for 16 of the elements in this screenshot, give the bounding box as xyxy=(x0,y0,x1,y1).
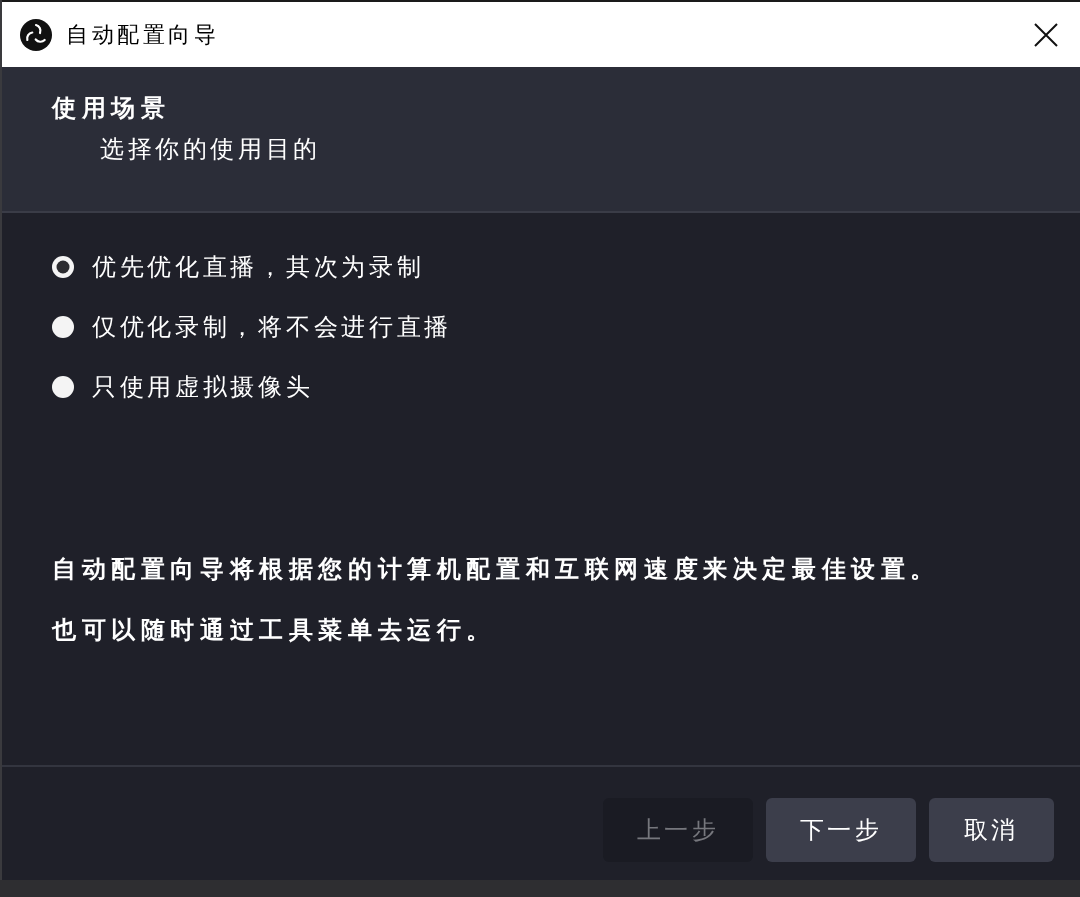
radio-button[interactable] xyxy=(52,316,74,338)
radio-button[interactable] xyxy=(52,376,74,398)
app-logo-icon xyxy=(20,18,52,51)
window-title: 自动配置向导 xyxy=(66,20,219,49)
option-label[interactable]: 只使用虚拟摄像头 xyxy=(92,372,314,402)
radio-button[interactable] xyxy=(52,256,74,278)
option-label[interactable]: 优先优化直播，其次为录制 xyxy=(92,252,425,282)
info-text: 自动配置向导将根据您的计算机配置和互联网速度来决定最佳设置。 xyxy=(52,554,940,584)
page-subtitle: 选择你的使用目的 xyxy=(100,134,321,164)
info-text: 也可以随时通过工具菜单去运行。 xyxy=(52,615,496,645)
option-label[interactable]: 仅优化录制，将不会进行直播 xyxy=(92,312,453,342)
page-title: 使用场景 xyxy=(52,93,170,123)
next-button[interactable]: 下一步 xyxy=(766,798,916,862)
cancel-button[interactable]: 取消 xyxy=(929,798,1054,862)
close-icon xyxy=(1034,22,1058,47)
close-button[interactable] xyxy=(1034,22,1058,47)
